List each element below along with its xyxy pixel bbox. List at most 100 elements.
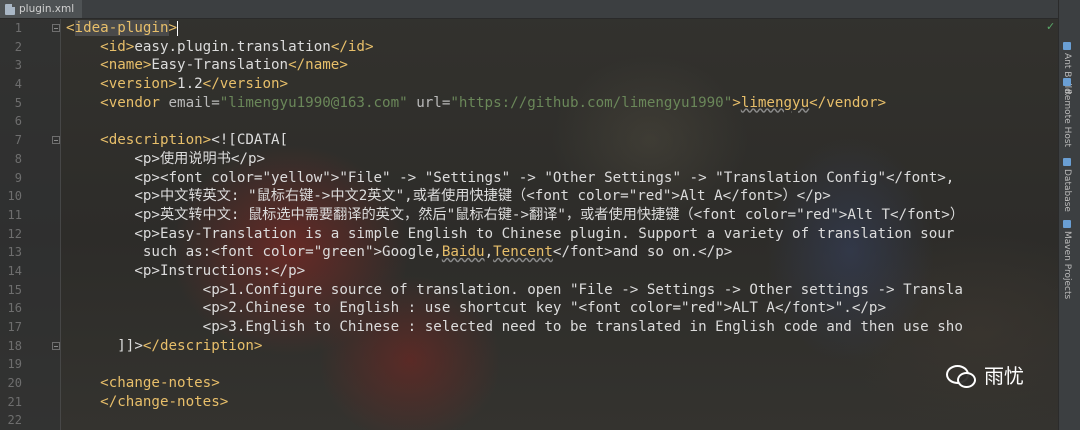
server-icon bbox=[1063, 78, 1071, 86]
code-text: ]]></description> bbox=[66, 337, 262, 356]
line-number: 11 bbox=[7, 207, 22, 222]
code-text: <p>Easy-Translation is a simple English … bbox=[66, 225, 954, 244]
tab-label: plugin.xml bbox=[19, 3, 75, 15]
fold-icon[interactable] bbox=[52, 136, 60, 145]
line-number: 18 bbox=[7, 338, 22, 353]
line-number: 20 bbox=[7, 376, 22, 391]
code-text: <id>easy.plugin.translation</id> bbox=[66, 38, 374, 57]
line-number: 13 bbox=[7, 245, 22, 260]
code-line[interactable]: 9 <p><font color="yellow">"File" -> "Set… bbox=[0, 169, 1058, 188]
code-token: <p>中文转英文: "鼠标右键->中文2英文",或者使用快捷键（<font co… bbox=[66, 188, 831, 205]
code-token: </version> bbox=[202, 76, 289, 93]
code-line[interactable]: 15 <p>1.Configure source of translation.… bbox=[0, 281, 1058, 300]
line-number: 21 bbox=[7, 394, 22, 409]
code-token: Tencent bbox=[493, 244, 553, 261]
editor-tab[interactable]: plugin.xml bbox=[0, 0, 82, 18]
wechat-icon bbox=[946, 363, 976, 388]
code-text: <idea-plugin> bbox=[66, 19, 179, 38]
code-line[interactable]: 13 such as:<font color="green">Google,Ba… bbox=[0, 243, 1058, 262]
tool-maven-projects[interactable]: Maven Projects bbox=[1062, 220, 1072, 299]
code-token: , bbox=[484, 244, 494, 261]
code-token: "limengyu1990@163.com" bbox=[219, 94, 408, 111]
code-token: <p>1.Configure source of translation. op… bbox=[66, 281, 963, 298]
code-text: <name>Easy-Translation</name> bbox=[66, 56, 348, 75]
code-token: < bbox=[66, 20, 75, 36]
code-token: <![CDATA[ bbox=[211, 132, 289, 149]
code-text: <change-notes> bbox=[66, 374, 220, 393]
code-token: "https://github.com/limengyu1990" bbox=[450, 94, 733, 111]
code-line[interactable]: 21 </change-notes> bbox=[0, 393, 1058, 412]
line-number: 4 bbox=[14, 77, 22, 92]
code-text: <vendor email="limengyu1990@163.com" url… bbox=[66, 94, 886, 113]
tool-remote-host[interactable]: Remote Host bbox=[1062, 78, 1072, 147]
code-text: <p>2.Chinese to English : use shortcut k… bbox=[66, 299, 886, 318]
code-line[interactable]: 4 <version>1.2</version> bbox=[0, 75, 1058, 94]
code-line[interactable]: 11 <p>英文转中文: 鼠标选中需要翻译的英文，然后"鼠标右键->翻译"，或者… bbox=[0, 206, 1058, 225]
code-token: </id> bbox=[330, 38, 374, 55]
editor-tab-bar: plugin.xml bbox=[0, 0, 1058, 19]
code-line[interactable]: 3 <name>Easy-Translation</name> bbox=[0, 56, 1058, 75]
code-line[interactable]: 8 <p>使用说明书</p> bbox=[0, 150, 1058, 169]
code-line[interactable]: 10 <p>中文转英文: "鼠标右键->中文2英文",或者使用快捷键（<font… bbox=[0, 187, 1058, 206]
code-line[interactable]: 14 <p>Instructions:</p> bbox=[0, 262, 1058, 281]
line-number: 3 bbox=[14, 58, 22, 73]
code-token: <p>英文转中文: 鼠标选中需要翻译的英文，然后"鼠标右键->翻译"，或者使用快… bbox=[66, 206, 965, 223]
code-text: <p>3.English to Chinese : selected need … bbox=[66, 318, 963, 337]
code-token: <name> bbox=[66, 57, 152, 74]
tool-window-bar: Ant Build Remote Host Database Maven Pro… bbox=[1058, 0, 1080, 430]
code-line[interactable]: 12 <p>Easy-Translation is a simple Engli… bbox=[0, 225, 1058, 244]
fold-icon[interactable] bbox=[52, 341, 60, 350]
line-number: 8 bbox=[14, 151, 22, 166]
code-line[interactable]: 17 <p>3.English to Chinese : selected ne… bbox=[0, 318, 1058, 337]
code-token: 1.2 bbox=[177, 76, 203, 93]
code-line[interactable]: 7 <description><![CDATA[ bbox=[0, 131, 1058, 150]
tool-label: Maven Projects bbox=[1062, 231, 1072, 300]
code-token: </font>and so on.</p> bbox=[552, 244, 733, 261]
code-line[interactable]: 6 bbox=[0, 112, 1058, 131]
tool-label: Database bbox=[1062, 169, 1072, 212]
code-token: <p>2.Chinese to English : use shortcut k… bbox=[66, 300, 886, 317]
code-token: ]]> bbox=[66, 337, 143, 354]
code-token: such as:<font color="green">Google, bbox=[66, 244, 442, 261]
code-line[interactable]: 5 <vendor email="limengyu1990@163.com" u… bbox=[0, 94, 1058, 113]
ide-window: plugin.xml 1 <idea-plugin> 2 <id>easy.plug… bbox=[0, 0, 1080, 430]
code-token: <version> bbox=[66, 76, 178, 93]
code-text: <p><font color="yellow">"File" -> "Setti… bbox=[66, 169, 954, 188]
line-number: 19 bbox=[7, 357, 22, 372]
line-number: 10 bbox=[7, 189, 22, 204]
code-text: <p>使用说明书</p> bbox=[66, 150, 265, 169]
code-text: <p>中文转英文: "鼠标右键->中文2英文",或者使用快捷键（<font co… bbox=[66, 187, 831, 206]
ant-icon bbox=[1063, 42, 1071, 50]
code-line[interactable]: 22 bbox=[0, 411, 1058, 430]
code-line[interactable]: 16 <p>2.Chinese to English : use shortcu… bbox=[0, 299, 1058, 318]
code-token: > bbox=[168, 20, 178, 36]
code-line[interactable]: 18 ]]></description> bbox=[0, 337, 1058, 356]
code-token: <p>Instructions:</p> bbox=[66, 262, 306, 279]
code-text: <p>英文转中文: 鼠标选中需要翻译的英文，然后"鼠标右键->翻译"，或者使用快… bbox=[66, 206, 964, 225]
maven-icon bbox=[1063, 220, 1071, 228]
code-line[interactable]: 20 <change-notes> bbox=[0, 374, 1058, 393]
code-token: Easy-Translation bbox=[151, 57, 289, 74]
code-token: </vendor> bbox=[809, 94, 887, 111]
code-text: </change-notes> bbox=[66, 393, 228, 412]
code-editor[interactable]: 1 <idea-plugin> 2 <id>easy.plugin.translat… bbox=[0, 19, 1058, 430]
code-token: url= bbox=[407, 94, 451, 111]
line-number: 17 bbox=[7, 320, 22, 334]
line-number: 7 bbox=[14, 133, 22, 148]
code-text: such as:<font color="green">Google,Baidu… bbox=[66, 243, 732, 262]
code-token: > bbox=[732, 94, 741, 111]
code-token: email= bbox=[168, 94, 220, 111]
code-token: </change-notes> bbox=[66, 393, 229, 410]
line-number: 16 bbox=[7, 301, 22, 316]
line-number: 9 bbox=[14, 170, 22, 185]
line-number: 12 bbox=[7, 226, 22, 241]
code-line[interactable]: 2 <id>easy.plugin.translation</id> bbox=[0, 38, 1058, 57]
code-token: <id> bbox=[66, 38, 135, 55]
tool-database[interactable]: Database bbox=[1062, 158, 1072, 212]
line-number: 22 bbox=[7, 413, 22, 428]
code-line[interactable]: 19 bbox=[0, 355, 1058, 374]
code-line[interactable]: 1 <idea-plugin> bbox=[0, 19, 1058, 38]
code-token: Baidu bbox=[441, 244, 485, 261]
line-number: 14 bbox=[7, 263, 22, 278]
fold-icon[interactable] bbox=[52, 24, 60, 32]
